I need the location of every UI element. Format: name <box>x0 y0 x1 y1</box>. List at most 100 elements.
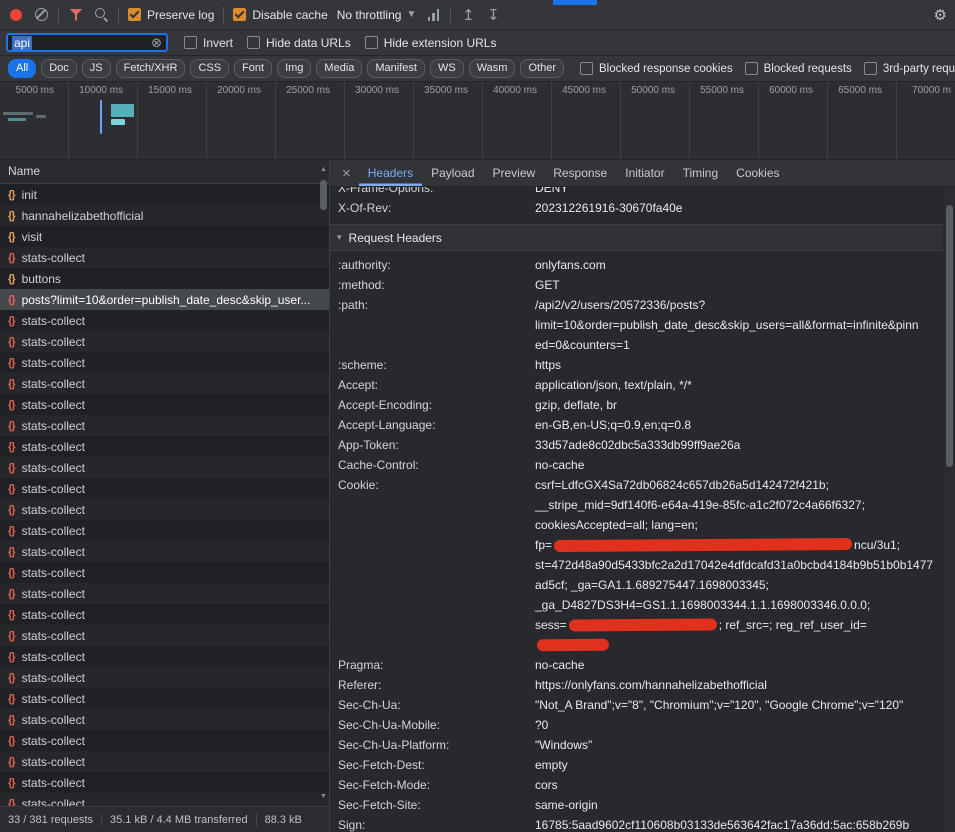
request-row[interactable]: {}stats-collect <box>0 772 329 793</box>
request-row[interactable]: {}hannahelizabethofficial <box>0 205 329 226</box>
type-chip-manifest[interactable]: Manifest <box>367 59 425 78</box>
details-tabbar: × HeadersPayloadPreviewResponseInitiator… <box>330 160 955 187</box>
checkbox-unchecked-icon[interactable] <box>580 62 593 75</box>
request-row[interactable]: {}stats-collect <box>0 415 329 436</box>
request-row[interactable]: {}stats-collect <box>0 478 329 499</box>
request-row[interactable]: {}stats-collect <box>0 499 329 520</box>
request-row[interactable]: {}visit <box>0 226 329 247</box>
tab-payload[interactable]: Payload <box>422 160 483 186</box>
type-chip-doc[interactable]: Doc <box>41 59 77 78</box>
request-row[interactable]: {}stats-collect <box>0 310 329 331</box>
type-chip-css[interactable]: CSS <box>190 59 229 78</box>
requests-scrollbar[interactable]: ▲ ▼ <box>318 160 329 806</box>
checkbox-unchecked-icon[interactable] <box>247 36 260 49</box>
details-scrollbar[interactable] <box>944 187 955 832</box>
request-name: stats-collect <box>22 335 85 349</box>
tab-cookies[interactable]: Cookies <box>727 160 788 186</box>
clear-filter-icon[interactable]: ⊗ <box>151 36 162 49</box>
type-chip-all[interactable]: All <box>8 59 36 78</box>
disable-cache-checkbox[interactable]: Disable cache <box>233 8 327 22</box>
request-row[interactable]: {}stats-collect <box>0 541 329 562</box>
checkbox-invert[interactable]: Invert <box>184 36 233 50</box>
close-details-icon[interactable]: × <box>334 160 359 186</box>
checkbox-unchecked-icon[interactable] <box>365 36 378 49</box>
header-row: :authority:onlyfans.com <box>330 255 943 275</box>
checkbox-blocked-response-cookies[interactable]: Blocked response cookies <box>580 62 733 75</box>
filter-button[interactable] <box>68 7 84 23</box>
import-har-icon[interactable]: ↥ <box>460 7 476 23</box>
request-row[interactable]: {}stats-collect <box>0 394 329 415</box>
scroll-up-icon[interactable]: ▲ <box>318 166 329 173</box>
json-request-icon: {} <box>8 273 15 285</box>
request-row[interactable]: {}stats-collect <box>0 583 329 604</box>
request-row[interactable]: {}stats-collect <box>0 730 329 751</box>
request-row[interactable]: {}stats-collect <box>0 352 329 373</box>
scroll-down-icon[interactable]: ▼ <box>318 793 329 800</box>
request-row[interactable]: {}stats-collect <box>0 646 329 667</box>
request-row[interactable]: {}stats-collect <box>0 373 329 394</box>
request-headers-section[interactable]: ▾ Request Headers <box>330 225 943 251</box>
type-chip-font[interactable]: Font <box>234 59 272 78</box>
filter-input-value: api <box>12 36 32 50</box>
preserve-log-checkbox[interactable]: Preserve log <box>128 8 214 22</box>
checkbox-unchecked-icon[interactable] <box>184 36 197 49</box>
tab-preview[interactable]: Preview <box>484 160 545 186</box>
checkbox-unchecked-icon[interactable] <box>864 62 877 75</box>
request-row[interactable]: {}stats-collect <box>0 688 329 709</box>
export-har-icon[interactable]: ↧ <box>485 7 501 23</box>
request-row[interactable]: {}stats-collect <box>0 667 329 688</box>
type-chip-media[interactable]: Media <box>316 59 362 78</box>
request-row[interactable]: {}stats-collect <box>0 604 329 625</box>
request-row[interactable]: {}stats-collect <box>0 562 329 583</box>
type-chip-wasm[interactable]: Wasm <box>469 59 516 78</box>
settings-gear-icon[interactable]: ⚙ <box>934 6 947 24</box>
request-rows: {}init{}hannahelizabethofficial{}visit{}… <box>0 184 329 806</box>
scrollbar-thumb[interactable] <box>946 205 953 467</box>
request-row[interactable]: {}stats-collect <box>0 625 329 646</box>
type-chip-ws[interactable]: WS <box>430 59 464 78</box>
type-chip-other[interactable]: Other <box>520 59 564 78</box>
checkbox-3rd-party-requests[interactable]: 3rd-party requests <box>864 62 955 75</box>
clear-button[interactable] <box>33 7 49 23</box>
type-chip-img[interactable]: Img <box>277 59 311 78</box>
request-row[interactable]: {}buttons <box>0 268 329 289</box>
header-row: Sec-Ch-Ua-Platform:"Windows" <box>330 735 943 755</box>
checkbox-checked-icon[interactable] <box>128 8 141 21</box>
checkbox-label: Hide extension URLs <box>384 36 497 50</box>
throttling-dropdown[interactable]: No throttling ▼ <box>337 8 417 22</box>
request-row[interactable]: {}stats-collect <box>0 520 329 541</box>
type-chip-js[interactable]: JS <box>82 59 111 78</box>
network-conditions-button[interactable] <box>425 7 441 23</box>
request-row[interactable]: {}stats-collect <box>0 247 329 268</box>
type-chip-fetch-xhr[interactable]: Fetch/XHR <box>116 59 186 78</box>
header-value: gzip, deflate, br <box>535 395 939 415</box>
record-button[interactable] <box>8 7 24 23</box>
request-row[interactable]: {}stats-collect <box>0 457 329 478</box>
request-row[interactable]: {}stats-collect <box>0 793 329 806</box>
header-name: Sec-Fetch-Dest: <box>338 755 535 775</box>
checkbox-hide-data-urls[interactable]: Hide data URLs <box>247 36 351 50</box>
tab-response[interactable]: Response <box>544 160 616 186</box>
name-column-header[interactable]: Name <box>0 160 329 184</box>
request-row[interactable]: {}stats-collect <box>0 709 329 730</box>
clipped-response-headers: X-Frame-Options:DENYX-Of-Rev:20231226191… <box>330 187 943 218</box>
filter-input[interactable]: api ⊗ <box>6 33 168 52</box>
overview-timeline[interactable]: 5000 ms10000 ms15000 ms20000 ms25000 ms3… <box>0 82 955 160</box>
request-row[interactable]: {}stats-collect <box>0 331 329 352</box>
checkbox-blocked-requests[interactable]: Blocked requests <box>745 62 852 75</box>
request-row[interactable]: {}stats-collect <box>0 436 329 457</box>
checkbox-checked-icon[interactable] <box>233 8 246 21</box>
header-row: Sign:16785:5aad9602cf110608b03133de56364… <box>330 815 943 832</box>
request-row[interactable]: {}posts?limit=10&order=publish_date_desc… <box>0 289 329 310</box>
checkbox-hide-extension-urls[interactable]: Hide extension URLs <box>365 36 497 50</box>
scrollbar-thumb[interactable] <box>320 180 327 210</box>
checkbox-unchecked-icon[interactable] <box>745 62 758 75</box>
tab-timing[interactable]: Timing <box>674 160 728 186</box>
request-row[interactable]: {}init <box>0 184 329 205</box>
search-button[interactable] <box>93 7 109 23</box>
request-row[interactable]: {}stats-collect <box>0 751 329 772</box>
header-row: Sec-Fetch-Mode:cors <box>330 775 943 795</box>
json-request-icon: {} <box>8 777 15 789</box>
tab-initiator[interactable]: Initiator <box>616 160 673 186</box>
tab-headers[interactable]: Headers <box>359 160 422 186</box>
